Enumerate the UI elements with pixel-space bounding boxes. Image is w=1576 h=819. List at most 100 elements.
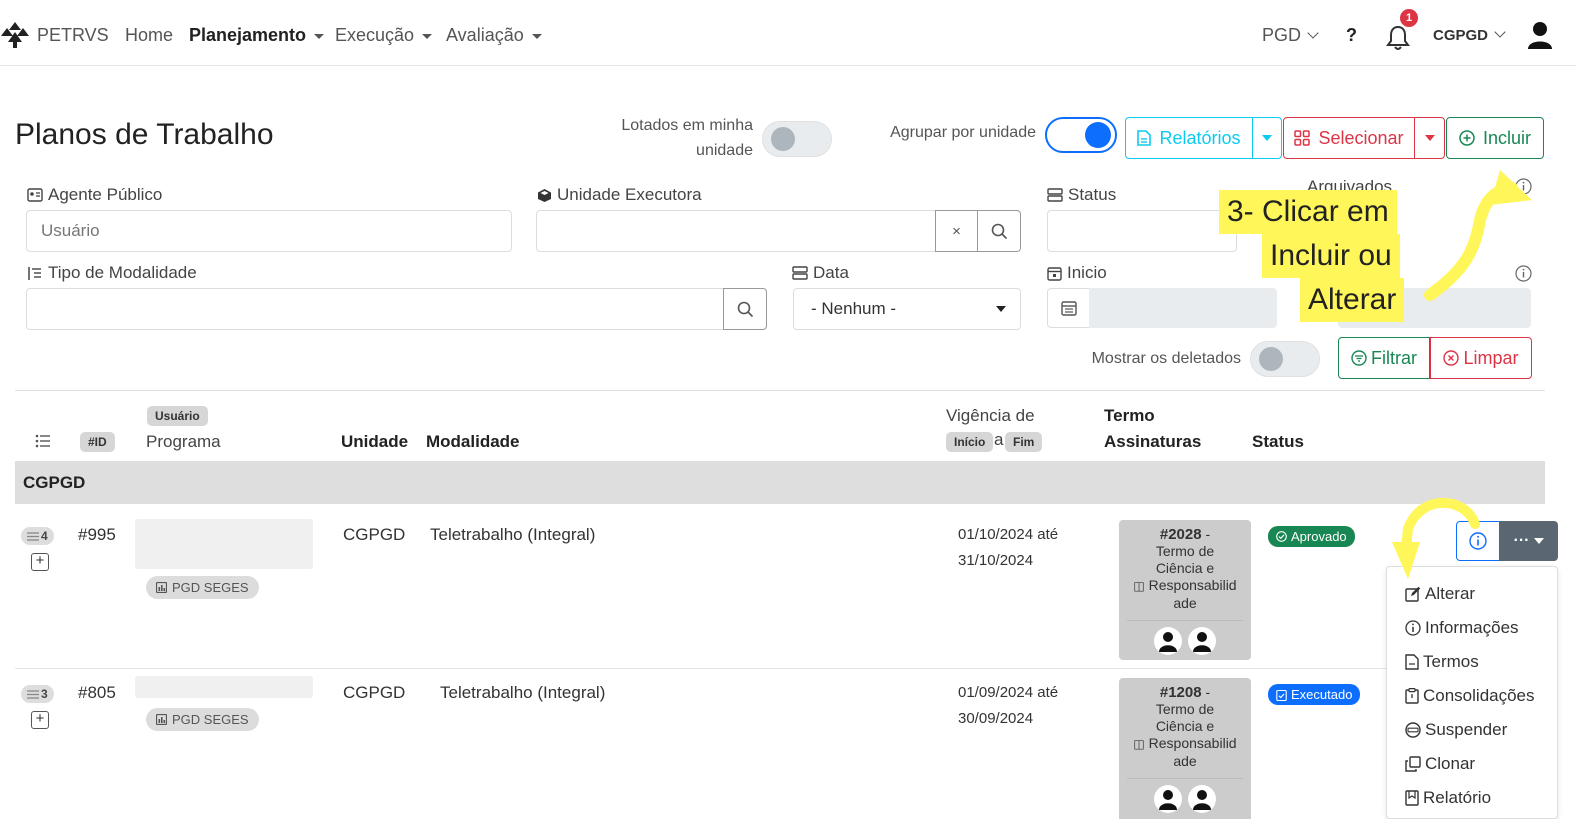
- menu-item-consolidacoes[interactable]: Consolidações: [1405, 686, 1535, 706]
- clipboard-icon: [1405, 688, 1419, 704]
- notifications-button[interactable]: 1: [1386, 9, 1418, 50]
- status-column-header[interactable]: Status: [1252, 432, 1304, 452]
- termo-divider: [1127, 620, 1243, 621]
- unidade-column-header[interactable]: Unidade: [341, 432, 408, 452]
- status-badge: Executado: [1268, 684, 1361, 705]
- expand-row-button[interactable]: +: [31, 711, 49, 729]
- brand-name[interactable]: PETRVS: [37, 25, 109, 46]
- annotation-line-2: Incluir ou: [1262, 234, 1400, 278]
- check-circle-icon: [1276, 531, 1287, 542]
- signer-avatar-icon: [1154, 627, 1182, 655]
- row-vigencia-inicio: 01/10/2024 até: [958, 526, 1059, 543]
- filtrar-button[interactable]: Filtrar: [1338, 337, 1430, 379]
- programa-tag: PGD SEGES: [146, 576, 259, 599]
- unidade-label: Unidade Executora: [537, 185, 702, 205]
- programa-column-header[interactable]: Programa: [146, 432, 221, 452]
- id-column-badge[interactable]: #ID: [80, 432, 115, 452]
- menu-item-clonar[interactable]: Clonar: [1405, 754, 1475, 774]
- activities-count-badge[interactable]: 3: [21, 685, 54, 703]
- inicio-date-input[interactable]: [1089, 288, 1277, 328]
- row-vigencia-inicio: 01/09/2024 até: [958, 684, 1059, 701]
- row-vigencia-fim: 30/09/2024: [958, 710, 1034, 727]
- modalidade-search-button[interactable]: [723, 288, 767, 330]
- data-select[interactable]: - Nenhum -: [793, 288, 1021, 330]
- annotation-arrow-to-alterar: [1392, 497, 1480, 579]
- top-navbar: PETRVS Home Planejamento Execução Avalia…: [0, 0, 1576, 66]
- row-id: #995: [78, 525, 116, 544]
- document-icon: [1405, 654, 1419, 670]
- menu-item-relatorio[interactable]: Relatório: [1405, 788, 1491, 808]
- file-icon: [1137, 130, 1152, 146]
- unidade-clear-button[interactable]: ×: [935, 210, 978, 252]
- agente-label: Agente Público: [27, 185, 162, 205]
- termo-id: #2028: [1159, 526, 1202, 543]
- row-more-actions-button[interactable]: ···: [1500, 521, 1558, 561]
- usuario-column-badge[interactable]: Usuário: [147, 406, 208, 426]
- menu-item-termos[interactable]: Termos: [1405, 652, 1479, 672]
- calendar-icon: [1047, 266, 1062, 281]
- bell-icon: [1386, 25, 1410, 50]
- activities-count-badge[interactable]: 4: [21, 527, 54, 545]
- list-icon: [27, 689, 39, 699]
- menu-item-suspender[interactable]: Suspender: [1405, 720, 1507, 740]
- agente-input[interactable]: Usuário: [26, 210, 512, 252]
- mostrar-deletados-switch[interactable]: [1250, 341, 1320, 377]
- modalidade-column-header[interactable]: Modalidade: [426, 432, 520, 452]
- status-label: Status: [1047, 185, 1116, 205]
- chart-icon: [156, 714, 167, 725]
- petrvs-logo-icon: [1, 22, 29, 48]
- termo-card[interactable]: #1208 - Termo de Ciência e ◫ Responsabil…: [1119, 678, 1251, 819]
- incluir-button[interactable]: Incluir: [1446, 117, 1544, 159]
- selecionar-button[interactable]: Selecionar: [1283, 117, 1415, 159]
- assinaturas-column-header: Assinaturas: [1104, 432, 1202, 451]
- data-label: Data: [792, 263, 849, 283]
- expand-row-button[interactable]: +: [31, 553, 49, 571]
- status-select[interactable]: [1047, 210, 1237, 252]
- filters-divider: [15, 390, 1545, 391]
- relatorios-dropdown-toggle[interactable]: [1252, 117, 1282, 159]
- unit-dropdown[interactable]: CGPGD: [1433, 26, 1506, 44]
- toggle-lotados-switch[interactable]: [762, 121, 832, 157]
- search-icon: [991, 223, 1007, 239]
- filter-icon: [1351, 350, 1367, 366]
- group-label: CGPGD: [23, 473, 86, 492]
- server-icon: [1047, 187, 1063, 202]
- nav-home[interactable]: Home: [125, 25, 173, 46]
- redacted-user-name: [135, 676, 313, 698]
- relatorios-button[interactable]: Relatórios: [1125, 117, 1253, 159]
- modalidade-input[interactable]: [26, 288, 724, 330]
- user-avatar-icon[interactable]: [1527, 21, 1553, 49]
- help-button[interactable]: ?: [1346, 25, 1357, 46]
- toggle-agrupar-label: Agrupar por unidade: [890, 124, 1036, 141]
- inicio-calendar-button[interactable]: [1047, 288, 1090, 328]
- list-tree-icon: [28, 266, 41, 280]
- inicio-sort-badge[interactable]: Início: [946, 432, 994, 452]
- redacted-user-name: [135, 519, 313, 569]
- nav-planejamento[interactable]: Planejamento: [189, 25, 325, 46]
- row-id: #805: [78, 683, 116, 702]
- row-divider: [15, 668, 1545, 669]
- toggle-agrupar-switch[interactable]: [1045, 117, 1117, 153]
- toggle-lotados-label: Lotados em minha unidade: [621, 117, 753, 159]
- grid-icon: [1294, 130, 1311, 146]
- vigencia-a-label: a: [994, 430, 1004, 449]
- termo-id: #1208: [1159, 684, 1202, 701]
- nav-avaliacao[interactable]: Avaliação: [446, 25, 542, 46]
- menu-item-informacoes[interactable]: Informações: [1405, 618, 1519, 638]
- row-vigencia-fim: 31/10/2024: [958, 552, 1034, 569]
- group-row-cgpgd: CGPGD: [15, 461, 1545, 504]
- unidade-input[interactable]: [536, 210, 936, 252]
- annotation-line-3: Alterar: [1300, 278, 1405, 322]
- fim-sort-badge[interactable]: Fim: [1005, 432, 1043, 452]
- limpar-button[interactable]: Limpar: [1430, 337, 1532, 379]
- selecionar-dropdown-toggle[interactable]: [1414, 117, 1445, 159]
- signer-avatar-icon: [1188, 785, 1216, 813]
- unidade-search-button[interactable]: [977, 210, 1021, 252]
- pgd-dropdown[interactable]: PGD: [1262, 25, 1319, 46]
- list-icon[interactable]: [35, 434, 51, 448]
- nav-execucao[interactable]: Execução: [335, 25, 433, 46]
- annotation-line-1: 3- Clicar em: [1219, 190, 1397, 234]
- termo-card[interactable]: #2028 - Termo de Ciência e ◫ Responsabil…: [1119, 520, 1251, 660]
- bookmark-icon: [1405, 790, 1419, 806]
- chart-icon: [156, 582, 167, 593]
